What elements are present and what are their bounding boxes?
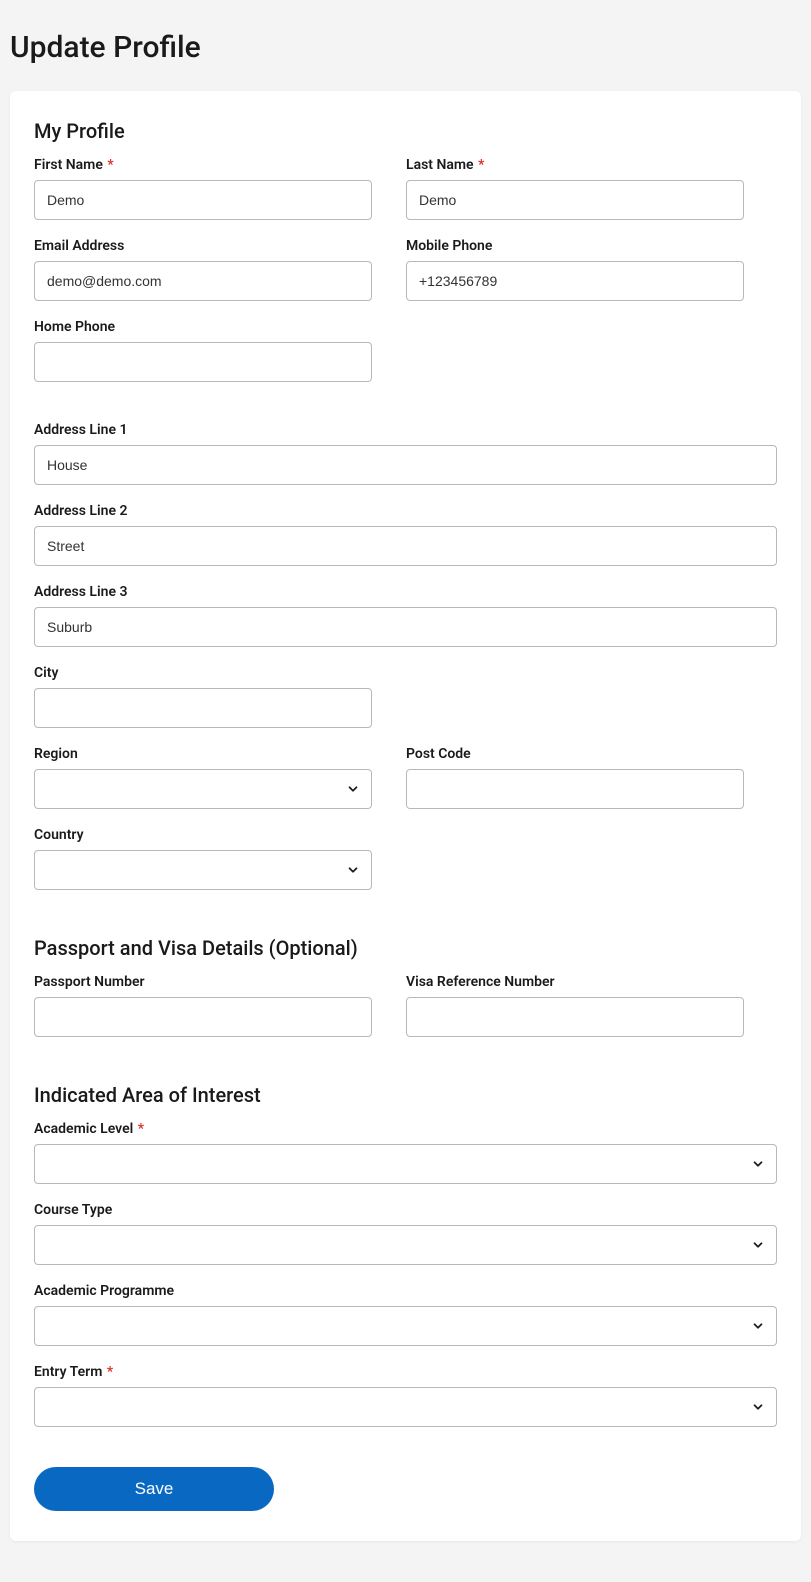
mobile-phone-field[interactable] [406, 261, 744, 301]
first-name-label-text: First Name [34, 157, 103, 173]
passport-number-label: Passport Number [34, 974, 372, 990]
address3-label: Address Line 3 [34, 584, 777, 600]
city-group: City [34, 665, 372, 728]
academic-level-label: Academic Level * [34, 1121, 777, 1137]
home-phone-field[interactable] [34, 342, 372, 382]
address2-label: Address Line 2 [34, 503, 777, 519]
address3-field[interactable] [34, 607, 777, 647]
last-name-field[interactable] [406, 180, 744, 220]
city-label: City [34, 665, 372, 681]
section-my-profile: My Profile [34, 119, 777, 143]
required-mark: * [107, 1364, 113, 1380]
required-mark: * [107, 157, 113, 173]
last-name-label: Last Name * [406, 157, 744, 173]
mobile-phone-group: Mobile Phone [406, 238, 744, 301]
region-label: Region [34, 746, 372, 762]
email-field[interactable] [34, 261, 372, 301]
entry-term-label-text: Entry Term [34, 1364, 102, 1380]
last-name-group: Last Name * [406, 157, 744, 220]
mobile-phone-label: Mobile Phone [406, 238, 744, 254]
region-group: Region [34, 746, 372, 809]
address1-field[interactable] [34, 445, 777, 485]
section-area-of-interest: Indicated Area of Interest [34, 1083, 777, 1107]
academic-programme-select[interactable] [34, 1306, 777, 1346]
address1-group: Address Line 1 [34, 422, 777, 485]
country-label: Country [34, 827, 372, 843]
academic-programme-group: Academic Programme [34, 1283, 777, 1346]
passport-number-field[interactable] [34, 997, 372, 1037]
required-mark: * [138, 1121, 144, 1137]
address3-group: Address Line 3 [34, 584, 777, 647]
email-group: Email Address [34, 238, 372, 301]
section-passport-visa: Passport and Visa Details (Optional) [34, 936, 777, 960]
address1-label: Address Line 1 [34, 422, 777, 438]
first-name-group: First Name * [34, 157, 372, 220]
postcode-label: Post Code [406, 746, 744, 762]
course-type-select[interactable] [34, 1225, 777, 1265]
visa-reference-label: Visa Reference Number [406, 974, 744, 990]
required-mark: * [478, 157, 484, 173]
home-phone-group: Home Phone [34, 319, 372, 382]
city-field[interactable] [34, 688, 372, 728]
profile-card: My Profile First Name * Last Name * Emai… [10, 91, 801, 1541]
passport-number-group: Passport Number [34, 974, 372, 1037]
entry-term-label: Entry Term * [34, 1364, 777, 1380]
postcode-field[interactable] [406, 769, 744, 809]
home-phone-label: Home Phone [34, 319, 372, 335]
region-select[interactable] [34, 769, 372, 809]
academic-level-label-text: Academic Level [34, 1121, 133, 1137]
save-button[interactable]: Save [34, 1467, 274, 1511]
country-group: Country [34, 827, 372, 890]
last-name-label-text: Last Name [406, 157, 474, 173]
page-title: Update Profile [10, 30, 801, 65]
visa-reference-group: Visa Reference Number [406, 974, 744, 1037]
country-select[interactable] [34, 850, 372, 890]
entry-term-select[interactable] [34, 1387, 777, 1427]
academic-level-select[interactable] [34, 1144, 777, 1184]
entry-term-group: Entry Term * [34, 1364, 777, 1427]
course-type-group: Course Type [34, 1202, 777, 1265]
email-label: Email Address [34, 238, 372, 254]
postcode-group: Post Code [406, 746, 744, 809]
address2-group: Address Line 2 [34, 503, 777, 566]
first-name-label: First Name * [34, 157, 372, 173]
address2-field[interactable] [34, 526, 777, 566]
academic-programme-label: Academic Programme [34, 1283, 777, 1299]
course-type-label: Course Type [34, 1202, 777, 1218]
visa-reference-field[interactable] [406, 997, 744, 1037]
academic-level-group: Academic Level * [34, 1121, 777, 1184]
first-name-field[interactable] [34, 180, 372, 220]
